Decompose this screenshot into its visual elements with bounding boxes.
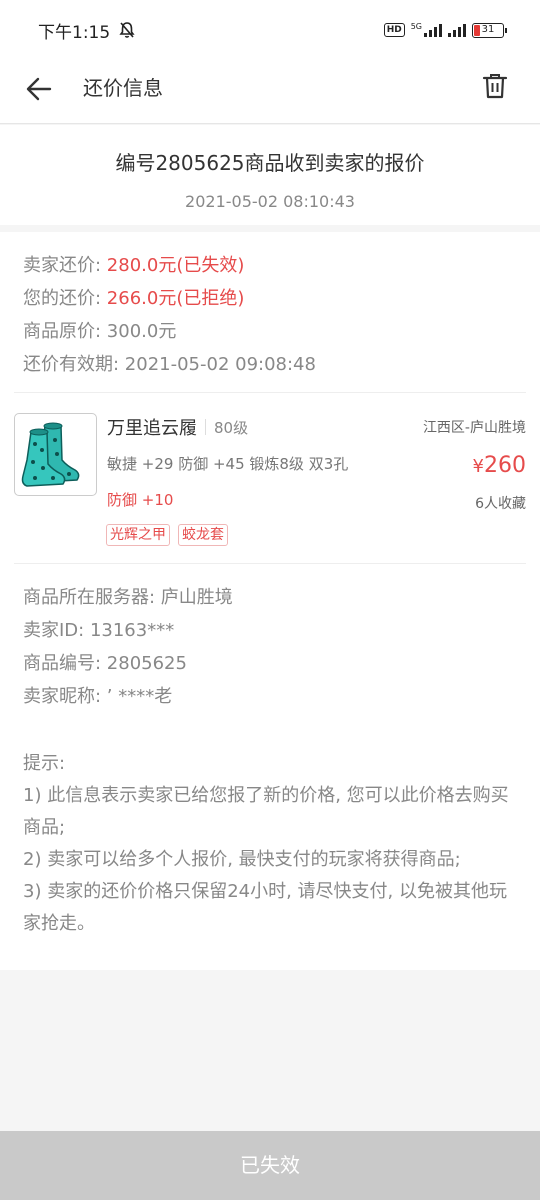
tips-section: 提示: 1) 此信息表示卖家已给您报了新的价格, 您可以此价格去购买商品; 2)… xyxy=(0,718,540,940)
offer-details: 卖家还价: 280.0元(已失效) 您的还价: 266.0元(已拒绝) 商品原价… xyxy=(0,232,540,970)
network-type: 5G xyxy=(410,21,422,31)
signal-icon-2 xyxy=(448,23,466,37)
trash-icon[interactable] xyxy=(480,71,510,101)
hd-icon: HD xyxy=(383,23,405,37)
seller-offer-row: 卖家还价: 280.0元(已失效) xyxy=(23,254,517,287)
nav-bar: 还价信息 xyxy=(0,60,540,124)
item-card[interactable]: 万里追云履 80级 江西区-庐山胜境 敏捷 +29 防御 +45 锻炼8级 双3… xyxy=(0,393,540,563)
item-name: 万里追云履 xyxy=(107,418,197,439)
tip-item: 2) 卖家可以给多个人报价, 最快支付的玩家将获得商品; xyxy=(23,849,461,870)
expired-button[interactable]: 已失效 xyxy=(0,1131,540,1200)
battery-level: 31 xyxy=(481,23,495,35)
item-server-info: 商品所在服务器: 庐山胜境 xyxy=(23,587,233,608)
item-extra-attribute: 防御 +10 xyxy=(107,491,174,509)
seller-nickname: 卖家昵称: ’ ****老 xyxy=(23,686,173,707)
item-tag: 蛟龙套 xyxy=(178,524,228,546)
item-level: 80级 xyxy=(214,418,249,437)
item-name-row: 万里追云履 80级 xyxy=(107,414,248,440)
offer-expiry: 还价有效期: 2021-05-02 09:08:48 xyxy=(23,354,316,375)
tips-heading: 提示: xyxy=(23,753,66,774)
page-title: 还价信息 xyxy=(83,76,163,100)
price-value: 260 xyxy=(484,453,526,478)
item-price: ¥260 xyxy=(473,453,526,478)
offer-title: 编号2805625商品收到卖家的报价 xyxy=(115,151,425,175)
price-symbol: ¥ xyxy=(472,456,484,477)
tip-item: 3) 卖家的还价价格只保留24小时, 请尽快支付, 以免被其他玩家抢走。 xyxy=(23,881,507,934)
status-bar: 下午1:15 HD 5G 31 xyxy=(0,0,540,60)
offer-header: 编号2805625商品收到卖家的报价 2021-05-02 08:10:43 xyxy=(0,125,540,225)
seller-id: 卖家ID: 13163*** xyxy=(23,620,175,641)
my-offer-value: 266.0元(已拒绝) xyxy=(106,288,245,309)
my-offer-label: 您的还价: xyxy=(23,288,107,309)
item-thumbnail xyxy=(14,413,97,496)
status-icons: HD 5G 31 xyxy=(383,21,507,38)
item-number: 商品编号: 2805625 xyxy=(23,653,187,674)
status-time-group: 下午1:15 xyxy=(38,18,136,43)
back-arrow-icon[interactable] xyxy=(24,74,54,104)
favorite-count: 6人收藏 xyxy=(475,496,526,512)
my-offer-row: 您的还价: 266.0元(已拒绝) xyxy=(23,287,517,320)
tip-item: 1) 此信息表示卖家已给您报了新的价格, 您可以此价格去购买商品; xyxy=(23,785,509,838)
boots-icon xyxy=(21,422,80,487)
battery-icon: 31 xyxy=(472,22,507,38)
seller-offer-label: 卖家还价: xyxy=(23,255,107,276)
offer-datetime: 2021-05-02 08:10:43 xyxy=(185,192,355,211)
status-time: 下午1:15 xyxy=(38,22,111,43)
original-price: 商品原价: 300.0元 xyxy=(23,321,177,342)
mute-bell-icon xyxy=(119,22,135,38)
divider xyxy=(205,419,206,435)
item-tag: 光辉之甲 xyxy=(106,524,170,546)
item-attributes: 敏捷 +29 防御 +45 锻炼8级 双3孔 xyxy=(107,455,349,473)
signal-icon xyxy=(424,23,442,37)
seller-offer-value: 280.0元(已失效) xyxy=(106,255,245,276)
item-server: 江西区-庐山胜境 xyxy=(422,420,526,436)
seller-info: 商品所在服务器: 庐山胜境 卖家ID: 13163*** 商品编号: 28056… xyxy=(0,564,540,718)
item-tags: 光辉之甲 蛟龙套 xyxy=(106,524,228,546)
price-section: 卖家还价: 280.0元(已失效) 您的还价: 266.0元(已拒绝) 商品原价… xyxy=(0,232,540,386)
